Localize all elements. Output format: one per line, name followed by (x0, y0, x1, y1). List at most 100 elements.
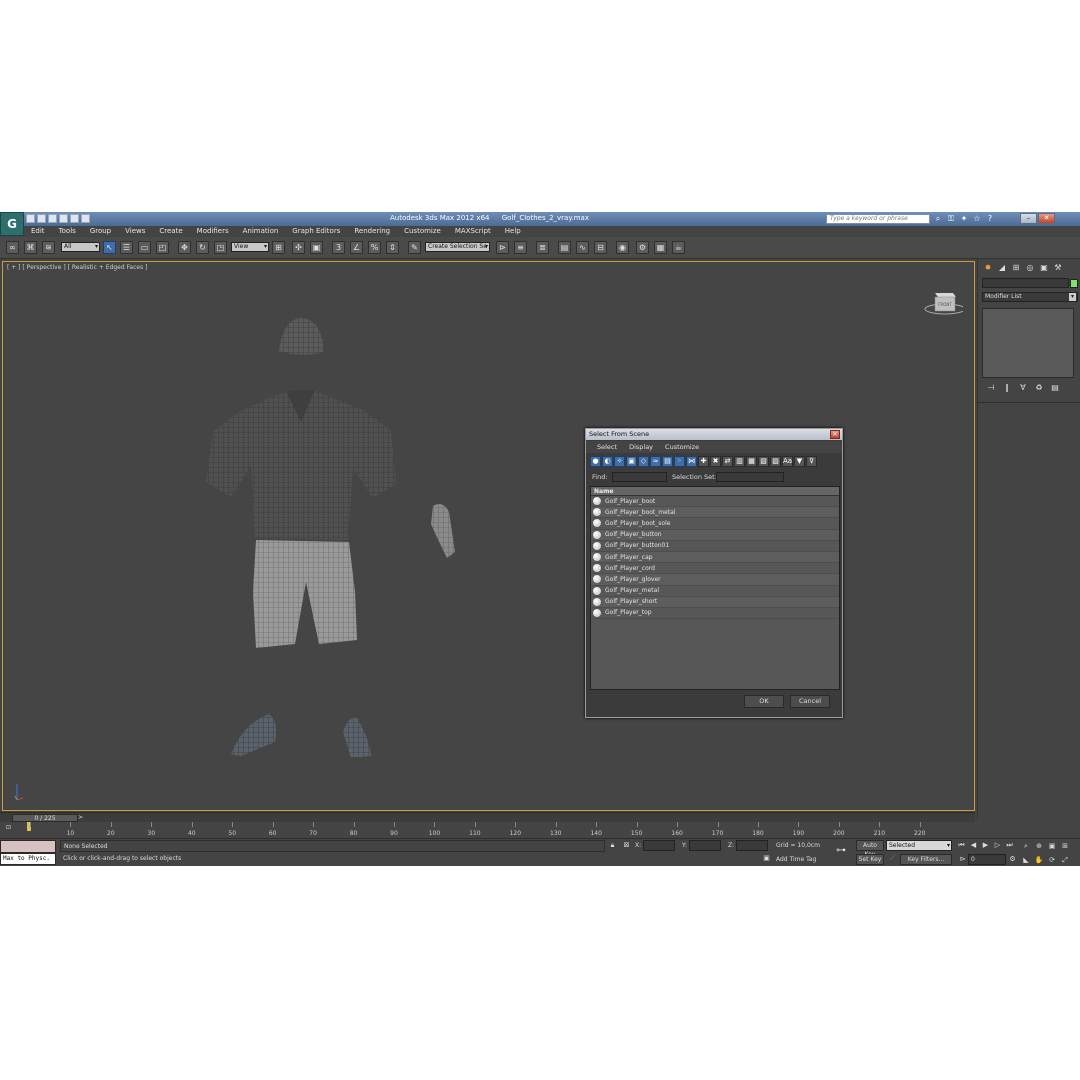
bind-space-warp-icon[interactable]: ≋ (42, 241, 55, 254)
window-crossing-icon[interactable]: ◰ (156, 241, 169, 254)
link-icon[interactable]: ∞ (6, 241, 19, 254)
mini-curve-editor-icon[interactable]: ⊡ (6, 824, 16, 834)
menu-rendering[interactable]: Rendering (347, 226, 397, 237)
hierarchy-tab-icon[interactable]: ⊞ (1010, 262, 1022, 274)
select-manipulate-icon[interactable]: ✣ (292, 241, 305, 254)
find-case-sensitive-icon[interactable]: Aa (782, 456, 793, 467)
display-influences-icon[interactable]: ▦ (746, 456, 757, 467)
object-list-item[interactable]: Golf_Player_button (591, 529, 839, 541)
align-icon[interactable]: ≡ (514, 241, 527, 254)
dialog-menu-customize[interactable]: Customize (660, 441, 704, 453)
time-configuration-icon[interactable]: ⚙ (1008, 855, 1017, 864)
zoom-all-icon[interactable]: ⊕ (1033, 840, 1045, 852)
filter-helpers-icon[interactable]: ◇ (638, 456, 649, 467)
menu-graph-editors[interactable]: Graph Editors (285, 226, 347, 237)
next-frame-icon[interactable]: ▷ (992, 840, 1003, 851)
filter-shapes-icon[interactable]: ◐ (602, 456, 613, 467)
modifier-stack[interactable] (982, 308, 1074, 378)
snaps-toggle-icon[interactable]: 3 (332, 241, 345, 254)
filter-none-icon[interactable]: ✖ (710, 456, 721, 467)
add-time-tag-button[interactable]: Add Time Tag (776, 856, 816, 863)
maxscript-output[interactable]: Max to Physc. (0, 853, 56, 865)
redo-icon[interactable] (70, 214, 79, 223)
rectangular-region-icon[interactable]: ▭ (138, 241, 151, 254)
help-icon[interactable]: ? (986, 214, 994, 223)
pivot-center-icon[interactable]: ⊞ (272, 241, 285, 254)
menu-help[interactable]: Help (498, 226, 528, 237)
next-frame-arrow-icon[interactable]: > (78, 814, 83, 821)
golf-boot-right-model[interactable] (343, 717, 371, 758)
time-tag-icon[interactable]: ▣ (762, 854, 771, 863)
column-header-name[interactable]: Name (591, 487, 839, 496)
set-keys-icon[interactable]: ⟋ (888, 854, 897, 863)
play-icon[interactable]: ▶ (980, 840, 991, 851)
dialog-title[interactable]: Select From Scene (586, 429, 842, 440)
selection-set-dropdown[interactable] (716, 472, 784, 482)
close-button[interactable]: ✕ (1038, 213, 1055, 224)
scale-icon[interactable]: ◳ (214, 241, 227, 254)
filter-all-icon[interactable]: ✚ (698, 456, 709, 467)
go-to-start-icon[interactable]: ⏮ (956, 840, 967, 851)
time-slider-thumb[interactable]: 0 / 225 (12, 814, 78, 822)
material-editor-icon[interactable]: ◉ (616, 241, 629, 254)
menu-edit[interactable]: Edit (24, 226, 52, 237)
modify-tab-icon[interactable]: ◢ (996, 262, 1008, 274)
go-to-end-icon[interactable]: ⏭ (1004, 840, 1015, 851)
orbit-icon[interactable]: ⟳ (1046, 854, 1058, 866)
object-list-item[interactable]: Golf_Player_short (591, 596, 839, 608)
object-list-item[interactable]: Golf_Player_metal (591, 586, 839, 597)
object-list-item[interactable]: Golf_Player_boot (591, 496, 839, 508)
rotate-icon[interactable]: ↻ (196, 241, 209, 254)
move-icon[interactable]: ✥ (178, 241, 191, 254)
object-list-item[interactable]: Golf_Player_boot_sole (591, 518, 839, 530)
display-children-icon[interactable]: ▥ (734, 456, 745, 467)
spinner-snap-icon[interactable]: ⇕ (386, 241, 399, 254)
subscription-icon[interactable]: ⚿ (947, 214, 955, 223)
filter-funnel-plus-icon[interactable]: ⊽ (806, 456, 817, 467)
set-key-button[interactable]: Set Key (856, 854, 884, 865)
minimize-button[interactable]: – (1020, 213, 1037, 224)
rendered-frame-icon[interactable]: ▦ (654, 241, 667, 254)
z-coord-field[interactable] (736, 840, 768, 851)
pin-stack-icon[interactable]: ⊣ (986, 383, 996, 393)
schematic-view-icon[interactable]: ⊟ (594, 241, 607, 254)
default-in-out-tangent-icon[interactable]: ⊶ (836, 845, 846, 856)
render-production-icon[interactable]: ☕ (672, 241, 685, 254)
golf-cap-model[interactable] (279, 318, 323, 355)
trackbar[interactable]: ⊡ 10 20 30 40 50 60 70 80 90 100 110 120 130 140 150 16… (0, 822, 950, 838)
edit-named-selection-icon[interactable]: ✎ (408, 241, 421, 254)
filter-cameras-icon[interactable]: ▣ (626, 456, 637, 467)
key-mode-dropdown[interactable]: Selected (886, 840, 952, 851)
golf-shirt-model[interactable] (206, 390, 396, 540)
modifier-list-dropdown[interactable]: Modifier List (982, 292, 1078, 302)
display-tab-icon[interactable]: ▣ (1038, 262, 1050, 274)
ok-button[interactable]: OK (744, 695, 784, 708)
filter-lights-icon[interactable]: ✧ (614, 456, 625, 467)
open-file-icon[interactable] (37, 214, 46, 223)
auto-key-button[interactable]: Auto Key (856, 840, 884, 858)
object-name-field[interactable] (982, 278, 1069, 288)
select-object-icon[interactable]: ↖ (103, 241, 116, 254)
object-list-item[interactable]: Golf_Player_top (591, 608, 839, 620)
curve-editor-icon[interactable]: ∿ (576, 241, 589, 254)
viewcube[interactable]: FRONT (923, 287, 963, 317)
undo-icon[interactable] (59, 214, 68, 223)
filter-xrefs-icon[interactable]: ◦ (674, 456, 685, 467)
lock-selection-icon[interactable]: 🔒︎ (608, 841, 617, 850)
new-file-icon[interactable] (26, 214, 35, 223)
save-file-icon[interactable] (48, 214, 57, 223)
y-coord-field[interactable] (689, 840, 721, 851)
select-by-name-icon[interactable]: ☰ (120, 241, 133, 254)
angle-snap-icon[interactable]: ∠ (350, 241, 363, 254)
named-selection-dropdown[interactable]: Create Selection Se (425, 242, 490, 252)
keyboard-shortcut-icon[interactable]: ▣ (310, 241, 323, 254)
communication-icon[interactable]: ✦ (960, 214, 968, 223)
object-list-item[interactable]: Golf_Player_cap (591, 551, 839, 564)
project-folder-icon[interactable] (81, 214, 90, 223)
reference-coord-dropdown[interactable]: View (231, 242, 269, 252)
field-of-view-icon[interactable]: ◣ (1020, 854, 1032, 866)
menu-animation[interactable]: Animation (236, 226, 286, 237)
golf-shorts-model[interactable] (253, 540, 357, 648)
object-color-swatch[interactable] (1070, 279, 1078, 288)
zoom-icon[interactable]: ⌕ (1020, 840, 1032, 852)
